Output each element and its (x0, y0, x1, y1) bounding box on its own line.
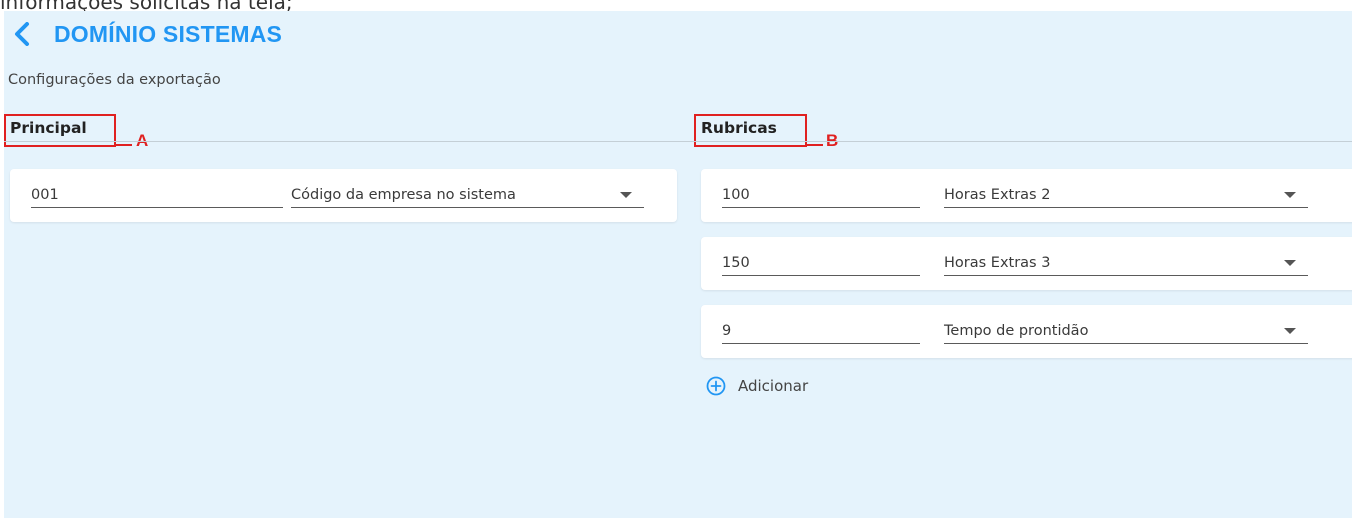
annotation-box-a (4, 114, 116, 147)
add-rubrica-label: Adicionar (738, 377, 809, 395)
rubrica-row-card: 150 Horas Extras 3 (701, 237, 1352, 290)
principal-row-card: 001 Código da empresa no sistema (10, 169, 677, 222)
rubrica-row-card: 9 Tempo de prontidão (701, 305, 1352, 358)
plus-circle-icon (705, 375, 727, 397)
annotation-tick-a (116, 144, 132, 146)
back-button[interactable]: DOMÍNIO SISTEMAS (14, 19, 282, 49)
company-code-input[interactable]: 001 (31, 184, 283, 208)
rubrica-code-input[interactable]: 9 (722, 320, 920, 344)
annotation-box-b (694, 114, 807, 147)
dropdown-caret-icon (620, 192, 632, 198)
rubrica-type-select[interactable]: Horas Extras 2 (944, 184, 1308, 208)
rubrica-row-card: 100 Horas Extras 2 (701, 169, 1352, 222)
page-subtitle: Configurações da exportação (8, 72, 221, 88)
section-divider-rubricas (694, 141, 1352, 142)
dropdown-caret-icon (1284, 328, 1296, 334)
rubrica-type-select[interactable]: Tempo de prontidão (944, 320, 1308, 344)
chevron-left-icon (14, 19, 40, 49)
export-settings-panel: DOMÍNIO SISTEMAS Configurações da export… (4, 11, 1352, 518)
dropdown-caret-icon (1284, 192, 1296, 198)
rubrica-code-input[interactable]: 150 (722, 252, 920, 276)
rubrica-code-input[interactable]: 100 (722, 184, 920, 208)
company-code-select[interactable]: Código da empresa no sistema (291, 184, 644, 208)
dropdown-caret-icon (1284, 260, 1296, 266)
annotation-tick-b (807, 144, 823, 146)
top-caption: informações solicitas na tela; (0, 0, 293, 14)
rubrica-type-select[interactable]: Horas Extras 3 (944, 252, 1308, 276)
add-rubrica-button[interactable]: Adicionar (705, 375, 808, 397)
section-divider-principal (4, 141, 694, 142)
page-title: DOMÍNIO SISTEMAS (54, 20, 283, 47)
